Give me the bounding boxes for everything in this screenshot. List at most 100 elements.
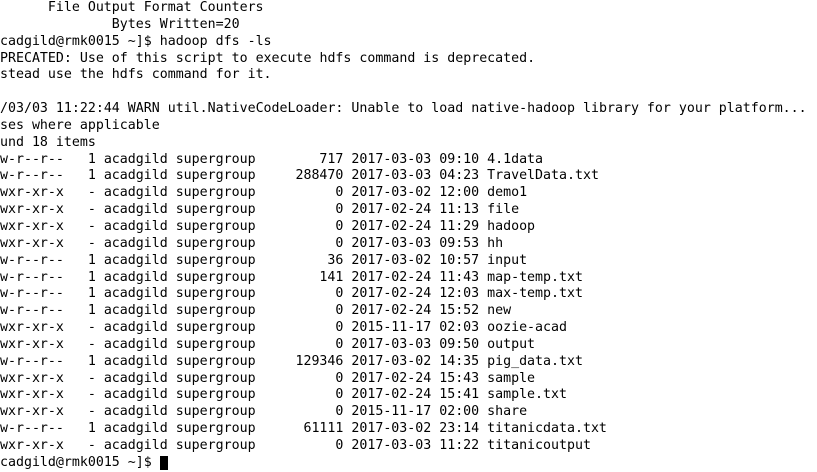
modified-date: 2017-02-24 (351, 218, 432, 234)
replication: 1 (87, 269, 96, 285)
listing-row: wxr-xr-x - acadgild supergroup 0 2017-02… (0, 219, 817, 236)
file-name: sample.txt (487, 387, 567, 403)
file-name: TravelData.txt (487, 168, 599, 184)
owner: acadgild (103, 353, 168, 369)
file-bytes: 141 (319, 269, 344, 285)
owner: acadgild (103, 387, 168, 403)
file-name: oozie-acad (487, 320, 567, 336)
shell-prompt: cadgild@rmk0015 ~]$ (0, 454, 152, 470)
modified-date: 2017-02-24 (351, 202, 432, 218)
listing-row: w-r--r-- 1 acadgild supergroup 0 2017-02… (0, 303, 817, 320)
owner: acadgild (103, 218, 168, 234)
group: supergroup (175, 370, 256, 386)
file-name: 4.1data (487, 151, 544, 167)
modified-time: 12:03 (439, 286, 480, 302)
listing-row: w-r--r-- 1 acadgild supergroup 61111 201… (0, 421, 817, 438)
modified-date: 2015-11-17 (351, 320, 432, 336)
replication: 1 (87, 286, 96, 302)
modified-time: 23:14 (439, 421, 480, 437)
file-name: new (487, 303, 512, 319)
file-name: input (487, 252, 528, 268)
listing-row: w-r--r-- 1 acadgild supergroup 141 2017-… (0, 270, 817, 287)
permissions: w-r--r-- (0, 252, 64, 268)
permissions: w-r--r-- (0, 353, 64, 369)
file-bytes: 0 (335, 202, 344, 218)
command-input-line[interactable]: cadgild@rmk0015 ~]$ (0, 455, 817, 472)
modified-time: 11:22 (439, 437, 480, 453)
modified-time: 11:29 (439, 218, 480, 234)
file-listing: w-r--r-- 1 acadgild supergroup 717 2017-… (0, 152, 817, 455)
modified-date: 2017-03-02 (351, 353, 432, 369)
replication: - (87, 202, 96, 218)
group: supergroup (175, 218, 256, 234)
owner: acadgild (103, 168, 168, 184)
file-bytes: 0 (335, 235, 344, 251)
file-name: hh (487, 235, 504, 251)
modified-date: 2017-02-24 (351, 286, 432, 302)
modified-time: 09:53 (439, 235, 480, 251)
permissions: w-r--r-- (0, 151, 64, 167)
replication: 1 (87, 151, 96, 167)
replication: - (87, 235, 96, 251)
permissions: wxr-xr-x (0, 336, 64, 352)
file-name: pig_data.txt (487, 353, 583, 369)
owner: acadgild (103, 421, 168, 437)
group: supergroup (175, 437, 256, 453)
modified-time: 02:00 (439, 404, 480, 420)
group: supergroup (175, 336, 256, 352)
file-name: demo1 (487, 185, 528, 201)
owner: acadgild (103, 185, 168, 201)
owner: acadgild (103, 404, 168, 420)
listing-row: w-r--r-- 1 acadgild supergroup 129346 20… (0, 354, 817, 371)
modified-time: 14:35 (439, 353, 480, 369)
shell-command: hadoop dfs -ls (159, 33, 272, 49)
modified-time: 09:50 (439, 336, 480, 352)
permissions: w-r--r-- (0, 269, 64, 285)
owner: acadgild (103, 269, 168, 285)
group: supergroup (175, 168, 256, 184)
modified-date: 2017-03-02 (351, 185, 432, 201)
replication: - (87, 185, 96, 201)
owner: acadgild (103, 286, 168, 302)
replication: 1 (87, 421, 96, 437)
group: supergroup (175, 185, 256, 201)
modified-time: 02:03 (439, 320, 480, 336)
modified-date: 2017-02-24 (351, 303, 432, 319)
owner: acadgild (103, 235, 168, 251)
group: supergroup (175, 353, 256, 369)
group: supergroup (175, 202, 256, 218)
owner: acadgild (103, 336, 168, 352)
terminal-window[interactable]: File Output Format Counters Bytes Writte… (0, 0, 817, 472)
permissions: wxr-xr-x (0, 387, 64, 403)
group: supergroup (175, 320, 256, 336)
replication: - (87, 370, 96, 386)
permissions: w-r--r-- (0, 286, 64, 302)
file-bytes: 0 (335, 218, 344, 234)
group: supergroup (175, 286, 256, 302)
listing-row: wxr-xr-x - acadgild supergroup 0 2017-03… (0, 337, 817, 354)
modified-time: 15:43 (439, 370, 480, 386)
permissions: wxr-xr-x (0, 437, 64, 453)
found-items-line: und 18 items (0, 134, 96, 150)
modified-time: 04:23 (439, 168, 480, 184)
listing-row: wxr-xr-x - acadgild supergroup 0 2017-03… (0, 185, 817, 202)
replication: 1 (87, 353, 96, 369)
file-bytes: 0 (335, 336, 344, 352)
file-bytes: 288470 (295, 168, 344, 184)
file-bytes: 0 (335, 387, 344, 403)
modified-time: 15:52 (439, 303, 480, 319)
file-bytes: 0 (335, 185, 344, 201)
modified-date: 2017-03-03 (351, 168, 432, 184)
file-bytes: 61111 (303, 421, 344, 437)
modified-date: 2017-02-24 (351, 387, 432, 403)
command-line: cadgild@rmk0015 ~]$ hadoop dfs -ls (0, 34, 817, 51)
modified-time: 15:41 (439, 387, 480, 403)
replication: - (87, 320, 96, 336)
group: supergroup (175, 404, 256, 420)
permissions: w-r--r-- (0, 421, 64, 437)
group: supergroup (175, 151, 256, 167)
replication: - (87, 404, 96, 420)
warning-line: /03/03 11:22:44 WARN util.NativeCodeLoad… (0, 101, 807, 117)
permissions: wxr-xr-x (0, 218, 64, 234)
